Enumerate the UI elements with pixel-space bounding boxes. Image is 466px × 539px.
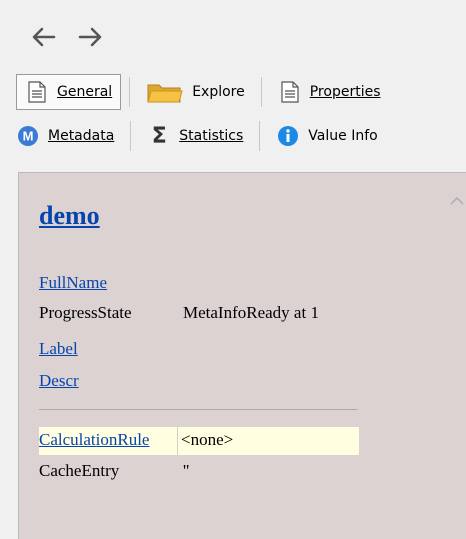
fullname-link[interactable]: FullName [39,273,107,293]
arrow-left-icon [32,27,56,47]
progress-state-label: ProgressState [39,303,132,322]
metadata-circle-icon: M [16,124,40,148]
toolbar-separator [260,77,262,107]
scroll-up-icon[interactable] [449,193,465,207]
statistics-label: Statistics [179,128,244,144]
properties-button[interactable]: Properties [270,74,389,110]
cache-entry-row: CacheEntry '' [39,461,369,481]
toolbar-row-2: M Metadata Σ Statistics Value Info [16,116,386,156]
page-title[interactable]: demo [39,201,100,231]
folder-icon [146,80,184,104]
document-icon [25,80,49,104]
progress-state-row: ProgressState MetaInfoReady at 1 [39,303,369,323]
cache-entry-label: CacheEntry [39,461,120,480]
arrow-right-icon [78,27,102,47]
explore-label: Explore [192,84,245,100]
calculation-rule-link[interactable]: CalculationRule [39,430,149,450]
document-icon [278,80,302,104]
value-info-button[interactable]: Value Info [268,118,385,154]
divider [39,409,357,410]
cell-divider [177,427,178,455]
metadata-button[interactable]: M Metadata [16,118,122,154]
properties-label: Properties [309,84,381,100]
value-info-label: Value Info [308,128,378,144]
statistics-button[interactable]: Σ Statistics [139,118,251,154]
toolbar-separator [129,77,131,107]
content-panel: demo FullName ProgressState MetaInfoRead… [18,172,466,539]
descr-link[interactable]: Descr [39,371,79,391]
progress-state-value: MetaInfoReady at 1 [183,303,319,322]
general-label: General [57,84,113,100]
label-link[interactable]: Label [39,339,78,359]
info-icon [276,124,300,148]
calculation-rule-value: <none> [181,430,234,449]
general-button[interactable]: General [16,74,122,110]
nav-bar [26,20,108,54]
cache-entry-value: '' [183,461,190,480]
calculation-rule-row: CalculationRule <none> [39,427,359,455]
sigma-icon: Σ [151,123,167,149]
forward-button[interactable] [74,20,108,54]
svg-text:M: M [23,129,34,144]
back-button[interactable] [26,20,60,54]
toolbar-separator [259,121,261,151]
metadata-label: Metadata [48,128,115,144]
toolbar-separator [130,121,132,151]
explore-button[interactable]: Explore [138,74,253,110]
toolbar-row-1: General Explore Properties [16,72,389,112]
